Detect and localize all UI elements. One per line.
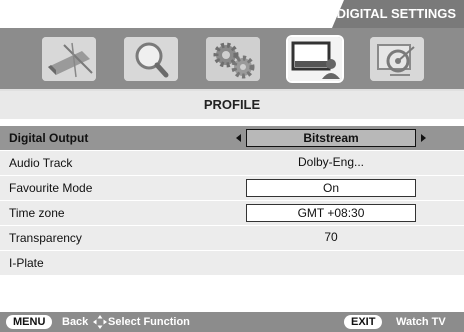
- setting-value[interactable]: On: [246, 179, 416, 197]
- search-icon[interactable]: [124, 37, 178, 81]
- page-title: PROFILE: [0, 91, 464, 119]
- monitor-user-icon[interactable]: [288, 37, 342, 81]
- setting-row-audio-track[interactable]: Audio Track Dolby-Eng...: [0, 151, 464, 175]
- menu-title: DIGITAL SETTINGS: [332, 0, 464, 28]
- setting-value: 70: [324, 230, 338, 244]
- setting-label: Audio Track: [9, 156, 73, 170]
- setting-value[interactable]: Bitstream: [246, 129, 416, 147]
- setting-value: Dolby-Eng...: [297, 155, 365, 169]
- nav-action-label: Select Function: [108, 316, 190, 328]
- dpad-icon: [93, 315, 107, 329]
- arrow-left-icon[interactable]: [236, 134, 241, 142]
- menu-action-label: Back: [62, 316, 89, 328]
- setting-row-i-plate[interactable]: I-Plate: [0, 251, 464, 275]
- header: DIGITAL SETTINGS: [0, 0, 464, 28]
- satellite-dish-icon[interactable]: [370, 37, 424, 81]
- setting-row-favourite-mode[interactable]: Favourite Mode On: [0, 176, 464, 200]
- setup-icon[interactable]: [42, 37, 96, 81]
- arrow-right-icon[interactable]: [421, 134, 426, 142]
- exit-action-label: Watch TV: [396, 316, 446, 328]
- setting-label: Transparency: [9, 231, 82, 245]
- setting-row-digital-output[interactable]: Digital Output Bitstream: [0, 126, 464, 150]
- setting-label: Favourite Mode: [9, 181, 93, 195]
- setting-label: I-Plate: [9, 256, 44, 270]
- setting-label: Digital Output: [9, 131, 89, 145]
- setting-value: [246, 254, 416, 272]
- exit-key-badge[interactable]: EXIT: [344, 315, 383, 329]
- setting-row-time-zone[interactable]: Time zone GMT +08:30: [0, 201, 464, 225]
- gears-icon[interactable]: [206, 37, 260, 81]
- tv-osd-menu: DIGITAL SETTINGS PROFILE Digital Output …: [0, 0, 464, 332]
- category-icon-bar: [0, 28, 464, 91]
- setting-label: Time zone: [9, 206, 65, 220]
- settings-list: Digital Output Bitstream Audio Track Dol…: [0, 126, 464, 276]
- footer-hint-bar: MENU Back Select Function EXIT Watch TV: [0, 312, 464, 332]
- setting-value[interactable]: GMT +08:30: [246, 204, 416, 222]
- menu-key-badge[interactable]: MENU: [6, 315, 53, 329]
- setting-row-transparency[interactable]: Transparency 70: [0, 226, 464, 250]
